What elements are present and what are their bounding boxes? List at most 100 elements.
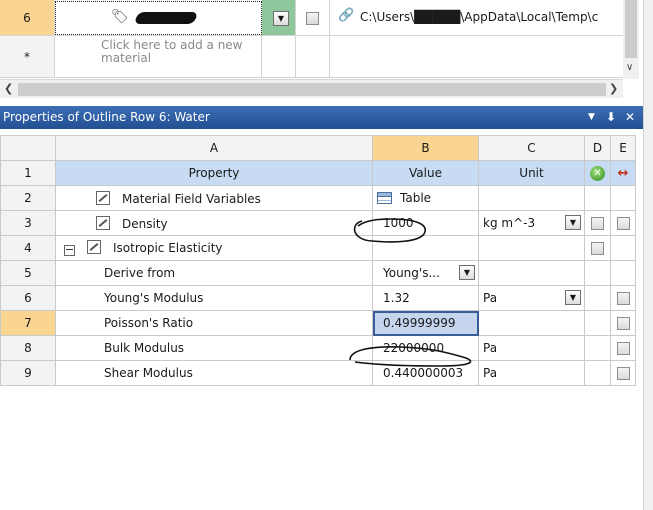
material-tag-icon: 🏷 <box>111 9 129 25</box>
close-icon[interactable]: ✕ <box>625 106 635 129</box>
property-cell: Poisson's Ratio <box>55 310 373 336</box>
outline-column-d <box>296 36 330 77</box>
unit-cell[interactable]: kg m^-3 ▼ <box>478 210 585 236</box>
outline-column-e <box>330 36 623 77</box>
parameter-icon: ↔ <box>617 165 629 181</box>
value-cell[interactable]: 22000000 <box>372 335 479 361</box>
horizontal-scrollbar[interactable]: ❮ ❯ <box>0 79 623 98</box>
row-number[interactable]: 2 <box>0 185 56 211</box>
value-cell[interactable]: 0.440000003 <box>372 360 479 386</box>
value-cell <box>372 235 479 261</box>
row-number[interactable]: 9 <box>0 360 56 386</box>
row-number[interactable]: 6 <box>0 285 56 311</box>
properties-grid: A B C D E 1 Property Value Unit ✕ ↔ 2 Ma… <box>0 135 636 386</box>
corner-cell <box>0 135 56 161</box>
parameter-checkbox[interactable] <box>616 292 630 305</box>
column-letter-e[interactable]: E <box>610 135 636 161</box>
scroll-left-icon[interactable]: ❮ <box>4 82 13 95</box>
vertical-scrollbar[interactable]: ∨ <box>623 0 639 79</box>
exclude-icon: ✕ <box>590 166 605 181</box>
scroll-down-icon[interactable]: ∨ <box>626 62 633 73</box>
property-cell: Young's Modulus <box>55 285 373 311</box>
derive-from-dropdown-button[interactable]: ▼ <box>459 265 475 280</box>
outline-row-6[interactable]: 6 🏷 ▼ 🔗 C:\Users\█████\AppData\Local\Tem… <box>0 0 623 36</box>
unit-dropdown-button[interactable]: ▼ <box>565 290 581 305</box>
material-name-cell[interactable]: 🏷 <box>55 1 262 35</box>
property-cell: Shear Modulus <box>55 360 373 386</box>
column-e-cell <box>610 285 636 311</box>
unit-header: Unit <box>478 160 585 186</box>
table-row[interactable]: 2 Material Field Variables Table <box>0 185 636 211</box>
unit-dropdown-button[interactable]: ▼ <box>565 215 581 230</box>
row-number: * <box>0 36 55 77</box>
column-e-header: ↔ <box>610 160 636 186</box>
value-cell[interactable]: 1000 <box>372 210 479 236</box>
column-e-cell <box>610 260 636 286</box>
unit-cell: Pa <box>478 360 585 386</box>
pin-icon[interactable]: ⬇ <box>606 106 616 129</box>
column-d-cell <box>584 360 611 386</box>
column-e-cell <box>610 360 636 386</box>
add-material-cell[interactable]: Click here to add a new material <box>55 36 262 77</box>
exclude-checkbox[interactable] <box>591 242 604 255</box>
redacted-name <box>133 12 199 24</box>
outline-column-c: ▼ <box>262 0 296 35</box>
table-row[interactable]: 9 Shear Modulus 0.440000003 Pa <box>0 360 636 386</box>
property-cell: Bulk Modulus <box>55 335 373 361</box>
table-row[interactable]: 3 Density 1000 kg m^-3 ▼ <box>0 210 636 236</box>
properties-title-bar[interactable]: Properties of Outline Row 6: Water ▼ ⬇ ✕ <box>0 106 643 129</box>
panel-menu-icon[interactable]: ▼ <box>588 106 595 129</box>
suppress-checkbox[interactable] <box>306 12 319 25</box>
table-row[interactable]: 7 Poisson's Ratio 0.49999999 <box>0 310 636 336</box>
outline-column-d <box>296 0 330 35</box>
value-cell[interactable]: Table <box>372 185 479 211</box>
outline-column-c <box>262 36 296 77</box>
scrollbar-thumb[interactable] <box>625 0 637 58</box>
scrollbar-thumb[interactable] <box>18 83 606 96</box>
table-row[interactable]: 4 − Isotropic Elasticity <box>0 235 636 261</box>
column-d-cell <box>584 285 611 311</box>
source-path: C:\Users\█████\AppData\Local\Temp\c <box>360 10 599 24</box>
row-number[interactable]: 7 <box>0 310 56 336</box>
column-letter-d[interactable]: D <box>584 135 611 161</box>
unit-cell[interactable]: Pa ▼ <box>478 285 585 311</box>
row-number[interactable]: 8 <box>0 335 56 361</box>
parameter-checkbox[interactable] <box>616 217 630 230</box>
column-d-cell <box>584 335 611 361</box>
table-row[interactable]: 6 Young's Modulus 1.32 Pa ▼ <box>0 285 636 311</box>
value-cell[interactable]: 0.49999999 <box>372 310 479 336</box>
column-e-cell <box>610 210 636 236</box>
field-variable-icon <box>96 190 110 205</box>
value-cell[interactable]: Young's... ▼ <box>372 260 479 286</box>
source-path-cell[interactable]: 🔗 C:\Users\█████\AppData\Local\Temp\c <box>330 0 623 35</box>
row-number[interactable]: 4 <box>0 235 56 261</box>
table-row[interactable]: 5 Derive from Young's... ▼ <box>0 260 636 286</box>
property-cell: Derive from <box>55 260 373 286</box>
scroll-right-icon[interactable]: ❯ <box>609 82 618 95</box>
column-letter-b[interactable]: B <box>372 135 479 161</box>
row-number[interactable]: 3 <box>0 210 56 236</box>
column-letter-row: A B C D E <box>0 135 636 161</box>
column-letter-a[interactable]: A <box>55 135 373 161</box>
dropdown-button[interactable]: ▼ <box>273 11 289 26</box>
column-d-cell <box>584 210 611 236</box>
column-letter-c[interactable]: C <box>478 135 585 161</box>
exclude-checkbox[interactable] <box>591 217 604 230</box>
column-e-cell <box>610 310 636 336</box>
value-cell[interactable]: 1.32 <box>372 285 479 311</box>
row-number[interactable]: 1 <box>0 160 56 186</box>
row-number[interactable]: 6 <box>0 0 55 35</box>
panel-title: Properties of Outline Row 6: Water <box>3 110 210 124</box>
parameter-checkbox[interactable] <box>616 367 630 380</box>
window-edge <box>643 0 653 510</box>
property-icon <box>87 240 101 254</box>
column-e-cell <box>610 185 636 211</box>
property-cell: Density <box>55 210 373 236</box>
parameter-checkbox[interactable] <box>616 317 630 330</box>
outline-row-new[interactable]: * Click here to add a new material <box>0 36 623 78</box>
table-row[interactable]: 8 Bulk Modulus 22000000 Pa <box>0 335 636 361</box>
parameter-checkbox[interactable] <box>616 342 630 355</box>
row-number[interactable]: 5 <box>0 260 56 286</box>
collapse-icon[interactable]: − <box>64 244 75 256</box>
add-material-placeholder: Click here to add a new material <box>101 38 243 65</box>
